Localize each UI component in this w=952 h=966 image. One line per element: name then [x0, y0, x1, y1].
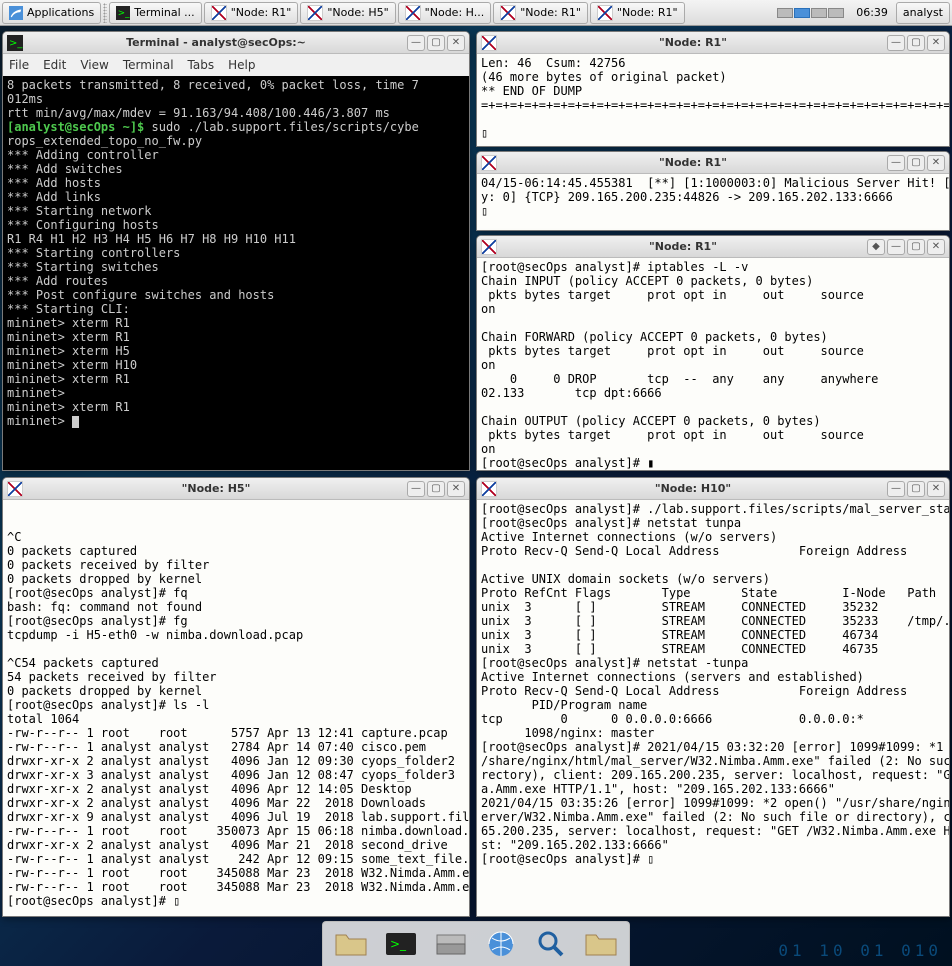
maximize-button[interactable]: ▢	[907, 155, 925, 171]
xterm-h10: "Node: H10" — ▢ ✕ [root@secOps analyst]#…	[476, 477, 950, 917]
maximize-button[interactable]: ▢	[907, 239, 925, 255]
close-button[interactable]: ✕	[927, 481, 945, 497]
x-icon	[211, 5, 227, 21]
menu-view[interactable]: View	[80, 58, 108, 72]
x-icon	[597, 5, 613, 21]
dock-browser[interactable]	[479, 924, 523, 964]
ontop-button[interactable]: ◆	[867, 239, 885, 255]
menu-help[interactable]: Help	[228, 58, 255, 72]
close-button[interactable]: ✕	[447, 35, 465, 51]
taskbar-item-r1-2[interactable]: "Node: R1"	[493, 2, 588, 24]
terminal-output[interactable]: 8 packets transmitted, 8 received, 0% pa…	[3, 76, 469, 470]
top-taskbar: Applications >_ Terminal ... "Node: R1" …	[0, 0, 952, 26]
maximize-button[interactable]: ▢	[427, 35, 445, 51]
menu-terminal[interactable]: Terminal	[123, 58, 174, 72]
titlebar[interactable]: "Node: H10" — ▢ ✕	[477, 478, 949, 500]
taskbar-item-r1-1[interactable]: "Node: R1"	[204, 2, 299, 24]
clock[interactable]: 06:39	[850, 6, 894, 19]
x-icon	[7, 481, 23, 497]
minimize-button[interactable]: —	[887, 239, 905, 255]
maximize-button[interactable]: ▢	[907, 35, 925, 51]
x-icon	[307, 5, 323, 21]
taskbar-item-r1-3[interactable]: "Node: R1"	[590, 2, 685, 24]
taskbar-item-terminal[interactable]: >_ Terminal ...	[109, 2, 201, 24]
xterm-r1-dump: "Node: R1" — ▢ ✕ Len: 46 Csum: 42756 (46…	[476, 31, 950, 147]
terminal-output[interactable]: [root@secOps analyst]# iptables -L -v Ch…	[477, 258, 949, 470]
menu-edit[interactable]: Edit	[43, 58, 66, 72]
applications-menu[interactable]: Applications	[2, 2, 101, 24]
maximize-button[interactable]: ▢	[907, 481, 925, 497]
svg-text:>_: >_	[390, 937, 407, 951]
titlebar[interactable]: "Node: R1" — ▢ ✕	[477, 152, 949, 174]
window-title: Terminal - analyst@secOps:~	[27, 36, 405, 49]
user-menu[interactable]: analyst	[896, 2, 950, 24]
window-title: "Node: R1"	[501, 156, 885, 169]
terminal-output[interactable]: Len: 46 Csum: 42756 (46 more bytes of or…	[477, 54, 949, 146]
bottom-dock: >_	[322, 921, 630, 966]
terminal-output[interactable]: ^C 0 packets captured 0 packets received…	[3, 500, 469, 916]
minimize-button[interactable]: —	[887, 155, 905, 171]
terminal-output[interactable]: [root@secOps analyst]# ./lab.support.fil…	[477, 500, 949, 916]
close-button[interactable]: ✕	[447, 481, 465, 497]
dock-search[interactable]	[529, 924, 573, 964]
menu-file[interactable]: File	[9, 58, 29, 72]
taskbar-item-h[interactable]: "Node: H...	[398, 2, 492, 24]
close-button[interactable]: ✕	[927, 239, 945, 255]
minimize-button[interactable]: —	[887, 35, 905, 51]
decoration: 01 10 01 010	[778, 941, 942, 960]
terminal-window-main: >_ Terminal - analyst@secOps:~ — ▢ ✕ Fil…	[2, 31, 470, 471]
x-icon	[481, 239, 497, 255]
maximize-button[interactable]: ▢	[427, 481, 445, 497]
titlebar[interactable]: >_ Terminal - analyst@secOps:~ — ▢ ✕	[3, 32, 469, 54]
titlebar[interactable]: "Node: R1" — ▢ ✕	[477, 32, 949, 54]
menu-tabs[interactable]: Tabs	[188, 58, 215, 72]
dock-folder[interactable]	[579, 924, 623, 964]
menubar: File Edit View Terminal Tabs Help	[3, 54, 469, 76]
svg-text:>_: >_	[9, 38, 23, 49]
taskbar-item-h5[interactable]: "Node: H5"	[300, 2, 395, 24]
taskbar-separator	[103, 3, 107, 23]
xterm-r1-iptables: "Node: R1" ◆ — ▢ ✕ [root@secOps analyst]…	[476, 235, 950, 471]
dock-disk[interactable]	[429, 924, 473, 964]
xterm-r1-alert: "Node: R1" — ▢ ✕ 04/15-06:14:45.455381 […	[476, 151, 950, 231]
x-icon	[481, 35, 497, 51]
svg-text:>_: >_	[118, 8, 130, 18]
minimize-button[interactable]: —	[887, 481, 905, 497]
window-title: "Node: R1"	[501, 36, 885, 49]
titlebar[interactable]: "Node: H5" — ▢ ✕	[3, 478, 469, 500]
x-icon	[481, 481, 497, 497]
close-button[interactable]: ✕	[927, 35, 945, 51]
xterm-h5: "Node: H5" — ▢ ✕ ^C 0 packets captured 0…	[2, 477, 470, 917]
terminal-icon: >_	[7, 35, 23, 51]
titlebar[interactable]: "Node: R1" ◆ — ▢ ✕	[477, 236, 949, 258]
workspace-switcher[interactable]	[773, 8, 848, 18]
dock-file-manager[interactable]	[329, 924, 373, 964]
x-icon	[405, 5, 421, 21]
close-button[interactable]: ✕	[927, 155, 945, 171]
window-title: "Node: H5"	[27, 482, 405, 495]
dock-terminal[interactable]: >_	[379, 924, 423, 964]
window-title: "Node: R1"	[501, 240, 865, 253]
minimize-button[interactable]: —	[407, 35, 425, 51]
x-icon	[500, 5, 516, 21]
x-icon	[481, 155, 497, 171]
terminal-output[interactable]: 04/15-06:14:45.455381 [**] [1:1000003:0]…	[477, 174, 949, 230]
window-title: "Node: H10"	[501, 482, 885, 495]
minimize-button[interactable]: —	[407, 481, 425, 497]
